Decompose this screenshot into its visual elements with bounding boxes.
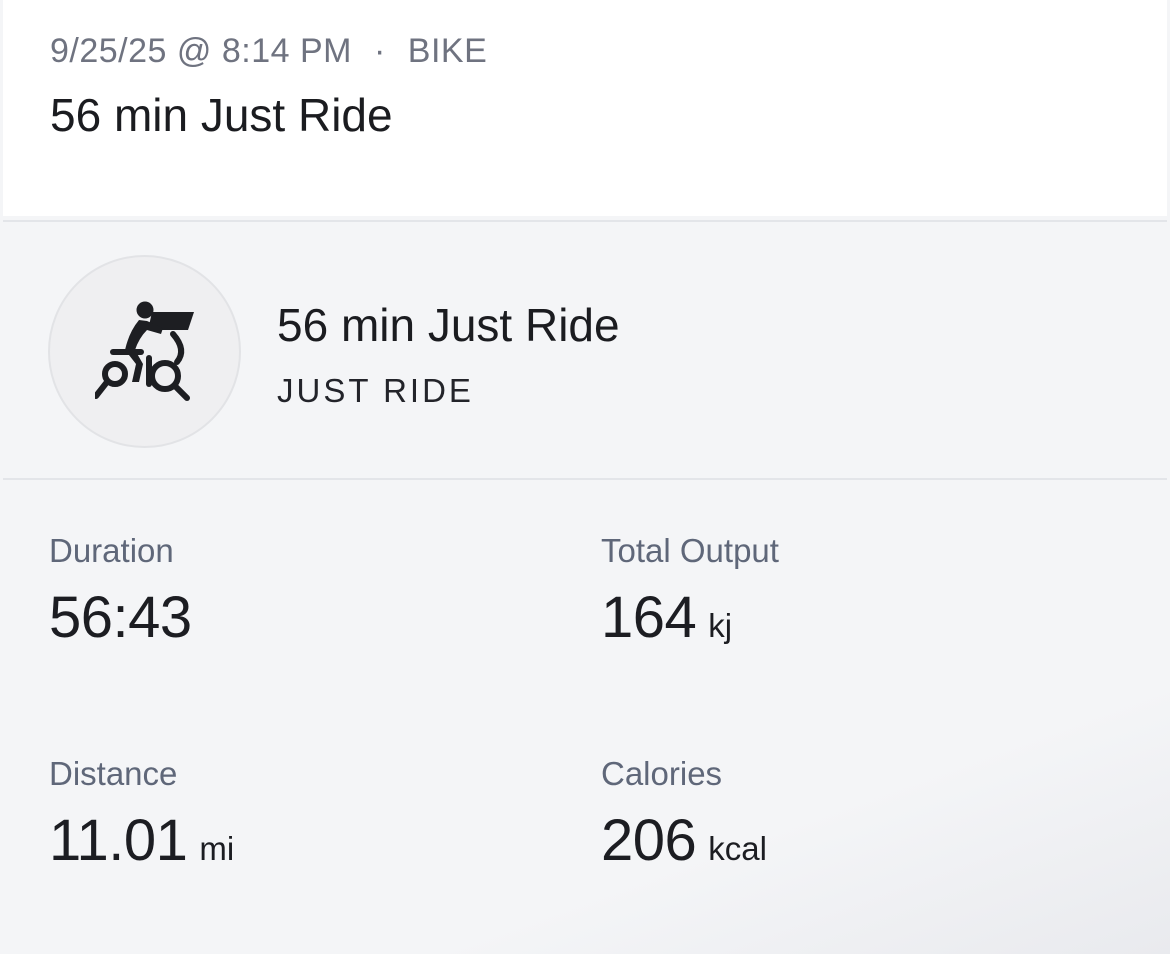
stat-calories: Calories 206 kcal — [601, 755, 767, 874]
class-icon-badge — [48, 255, 241, 448]
meta-separator: · — [373, 32, 386, 70]
stat-distance-unit: mi — [199, 830, 235, 867]
stat-distance: Distance 11.01 mi — [49, 755, 234, 874]
stat-total-output-unit: kj — [708, 607, 733, 644]
workout-stats: Duration 56:43 Total Output 164 kj Distan… — [0, 482, 1170, 954]
stat-total-output-label: Total Output — [601, 532, 779, 569]
stat-duration: Duration 56:43 — [49, 532, 192, 651]
class-card[interactable]: 56 min Just Ride JUST RIDE — [3, 220, 1167, 480]
workout-detail-page: 9/25/25 @ 8:14 PM · BIKE 56 min Just Ride — [0, 0, 1170, 954]
stat-duration-value-row: 56:43 — [49, 584, 192, 651]
workout-header: 9/25/25 @ 8:14 PM · BIKE 56 min Just Ride — [3, 0, 1167, 216]
stat-calories-value-row: 206 kcal — [601, 807, 767, 874]
stat-total-output-value: 164 — [601, 585, 697, 650]
workout-title: 56 min Just Ride — [50, 89, 393, 141]
bike-just-ride-icon — [95, 301, 194, 401]
stat-duration-label: Duration — [49, 532, 174, 569]
stat-calories-unit: kcal — [708, 830, 767, 867]
class-title: 56 min Just Ride — [277, 299, 620, 351]
workout-discipline: BIKE — [407, 32, 488, 70]
stat-calories-value: 206 — [601, 808, 697, 873]
stat-distance-value: 11.01 — [49, 808, 188, 873]
stat-total-output-value-row: 164 kj — [601, 584, 779, 651]
stat-calories-label: Calories — [601, 755, 723, 792]
workout-meta: 9/25/25 @ 8:14 PM · BIKE — [50, 32, 487, 71]
stat-distance-label: Distance — [49, 755, 178, 792]
stat-distance-value-row: 11.01 mi — [49, 807, 234, 874]
stat-total-output: Total Output 164 kj — [601, 532, 779, 651]
workout-date-time: 9/25/25 @ 8:14 PM — [50, 32, 352, 70]
stat-duration-value: 56:43 — [49, 585, 192, 650]
class-subtitle: JUST RIDE — [277, 372, 474, 409]
